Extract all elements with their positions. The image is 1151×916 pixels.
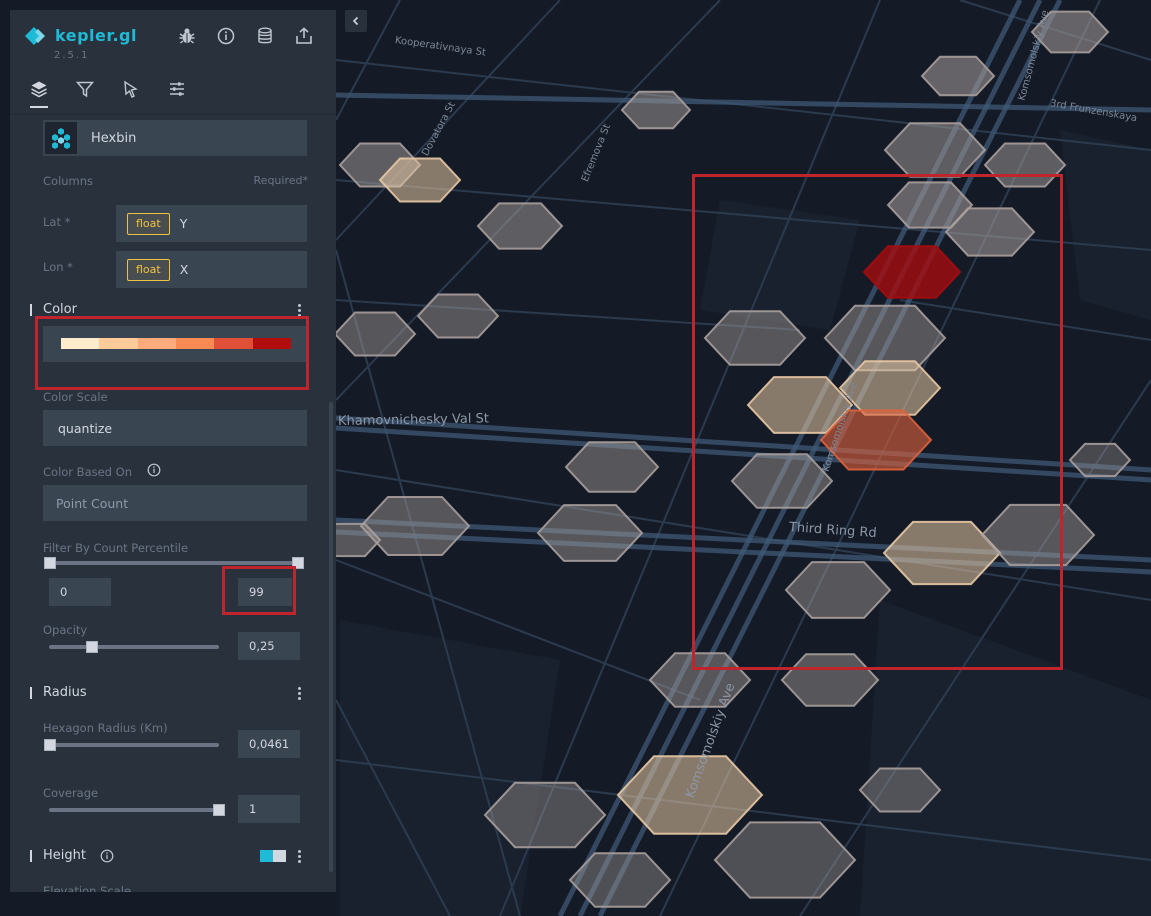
height-section-title: Height	[43, 848, 86, 863]
radius-section-title: Radius	[43, 685, 87, 700]
elevation-scale-label: Elevation Scale	[43, 884, 132, 892]
bug-icon[interactable]	[177, 26, 197, 46]
share-icon[interactable]	[294, 26, 314, 46]
lat-column-value: Y	[179, 216, 188, 231]
cursor-icon	[124, 80, 138, 98]
percentile-highlight-box	[222, 566, 296, 615]
lon-label: Lon *	[43, 260, 73, 274]
lon-column-value: X	[179, 262, 189, 277]
columns-label: Columns	[43, 174, 94, 188]
color-scale-select[interactable]: quantize	[43, 410, 307, 446]
palette-highlight-box	[35, 316, 309, 390]
color-based-on-value: Point Count	[56, 495, 129, 511]
panel-header: kepler.gl 2.5.1	[10, 10, 336, 115]
info-icon[interactable]	[147, 463, 161, 477]
percentile-slider-track[interactable]	[49, 561, 299, 565]
opacity-label: Opacity	[43, 623, 88, 637]
info-icon[interactable]	[100, 849, 114, 863]
field-type-badge: float	[127, 212, 170, 235]
layers-icon	[31, 81, 47, 98]
lon-column-selector[interactable]: float X	[116, 251, 307, 288]
chevron-left-icon	[352, 16, 359, 26]
section-bar	[30, 849, 32, 862]
layer-type-label: Hexbin	[91, 130, 137, 146]
street-label: Khamovnichesky Val St	[337, 411, 489, 429]
height-toggle[interactable]	[260, 850, 286, 862]
layer-type-selector[interactable]: Hexbin	[43, 120, 307, 156]
hexagon-radius-slider-track[interactable]	[49, 743, 219, 747]
app-logo: kepler.gl	[25, 26, 137, 45]
app-version: 2.5.1	[54, 50, 90, 61]
height-section-header[interactable]: Height	[30, 848, 86, 863]
filter-icon	[76, 81, 94, 98]
kepler-logo-icon	[25, 26, 47, 45]
coverage-slider-track[interactable]	[49, 808, 219, 812]
app-title: kepler.gl	[55, 26, 137, 45]
section-bar	[30, 686, 32, 699]
opacity-input[interactable]: 0,25	[238, 632, 300, 660]
settings-icon	[170, 82, 184, 96]
side-panel: kepler.gl 2.5.1 Hexbin Columns Required*…	[10, 10, 336, 892]
hexbin-icon	[45, 122, 77, 154]
app-root: Kooperativnaya St Dovatora St Efremova S…	[0, 0, 1151, 916]
layer-config-content: Hexbin Columns Required* Lat * float Y L…	[10, 116, 336, 892]
opacity-slider-handle[interactable]	[85, 641, 98, 653]
opacity-slider-track[interactable]	[49, 645, 219, 649]
lat-label: Lat *	[43, 215, 71, 229]
panel-scrollbar[interactable]	[329, 402, 333, 872]
tab-filters[interactable]	[74, 80, 96, 108]
hexagon-radius-input[interactable]: 0,0461	[238, 730, 300, 758]
tab-layers[interactable]	[28, 80, 50, 108]
coverage-input[interactable]: 1	[238, 795, 300, 823]
coverage-label: Coverage	[43, 786, 99, 800]
percentile-filter-label: Filter By Count Percentile	[43, 541, 189, 555]
color-based-on-select[interactable]: Point Count	[43, 485, 307, 521]
tab-base-map[interactable]	[166, 80, 188, 108]
color-scale-label: Color Scale	[43, 390, 108, 404]
database-icon[interactable]	[255, 26, 275, 46]
hexagon-radius-label: Hexagon Radius (Km)	[43, 721, 168, 735]
color-based-on-label: Color Based On	[43, 465, 132, 479]
field-type-badge: float	[127, 258, 170, 281]
info-icon[interactable]	[216, 26, 236, 46]
tab-interactions[interactable]	[120, 80, 142, 108]
color-section-header[interactable]: Color	[30, 302, 77, 317]
map-highlight-box	[692, 174, 1063, 670]
height-menu-icon[interactable]	[298, 850, 302, 863]
color-section-title: Color	[43, 302, 77, 317]
percentile-min-handle[interactable]	[44, 557, 56, 569]
section-bar	[30, 303, 32, 316]
coverage-slider-handle[interactable]	[213, 804, 225, 816]
radius-menu-icon[interactable]	[298, 687, 302, 700]
hexagon-radius-slider-handle[interactable]	[44, 739, 56, 751]
header-actions	[177, 26, 314, 46]
radius-section-header[interactable]: Radius	[30, 685, 87, 700]
lat-column-selector[interactable]: float Y	[116, 205, 307, 242]
percentile-min-input[interactable]: 0	[49, 578, 111, 606]
color-scale-value: quantize	[58, 420, 113, 436]
panel-tabs	[28, 80, 188, 108]
required-label: Required*	[253, 174, 308, 187]
collapse-sidebar-button[interactable]	[345, 10, 367, 32]
